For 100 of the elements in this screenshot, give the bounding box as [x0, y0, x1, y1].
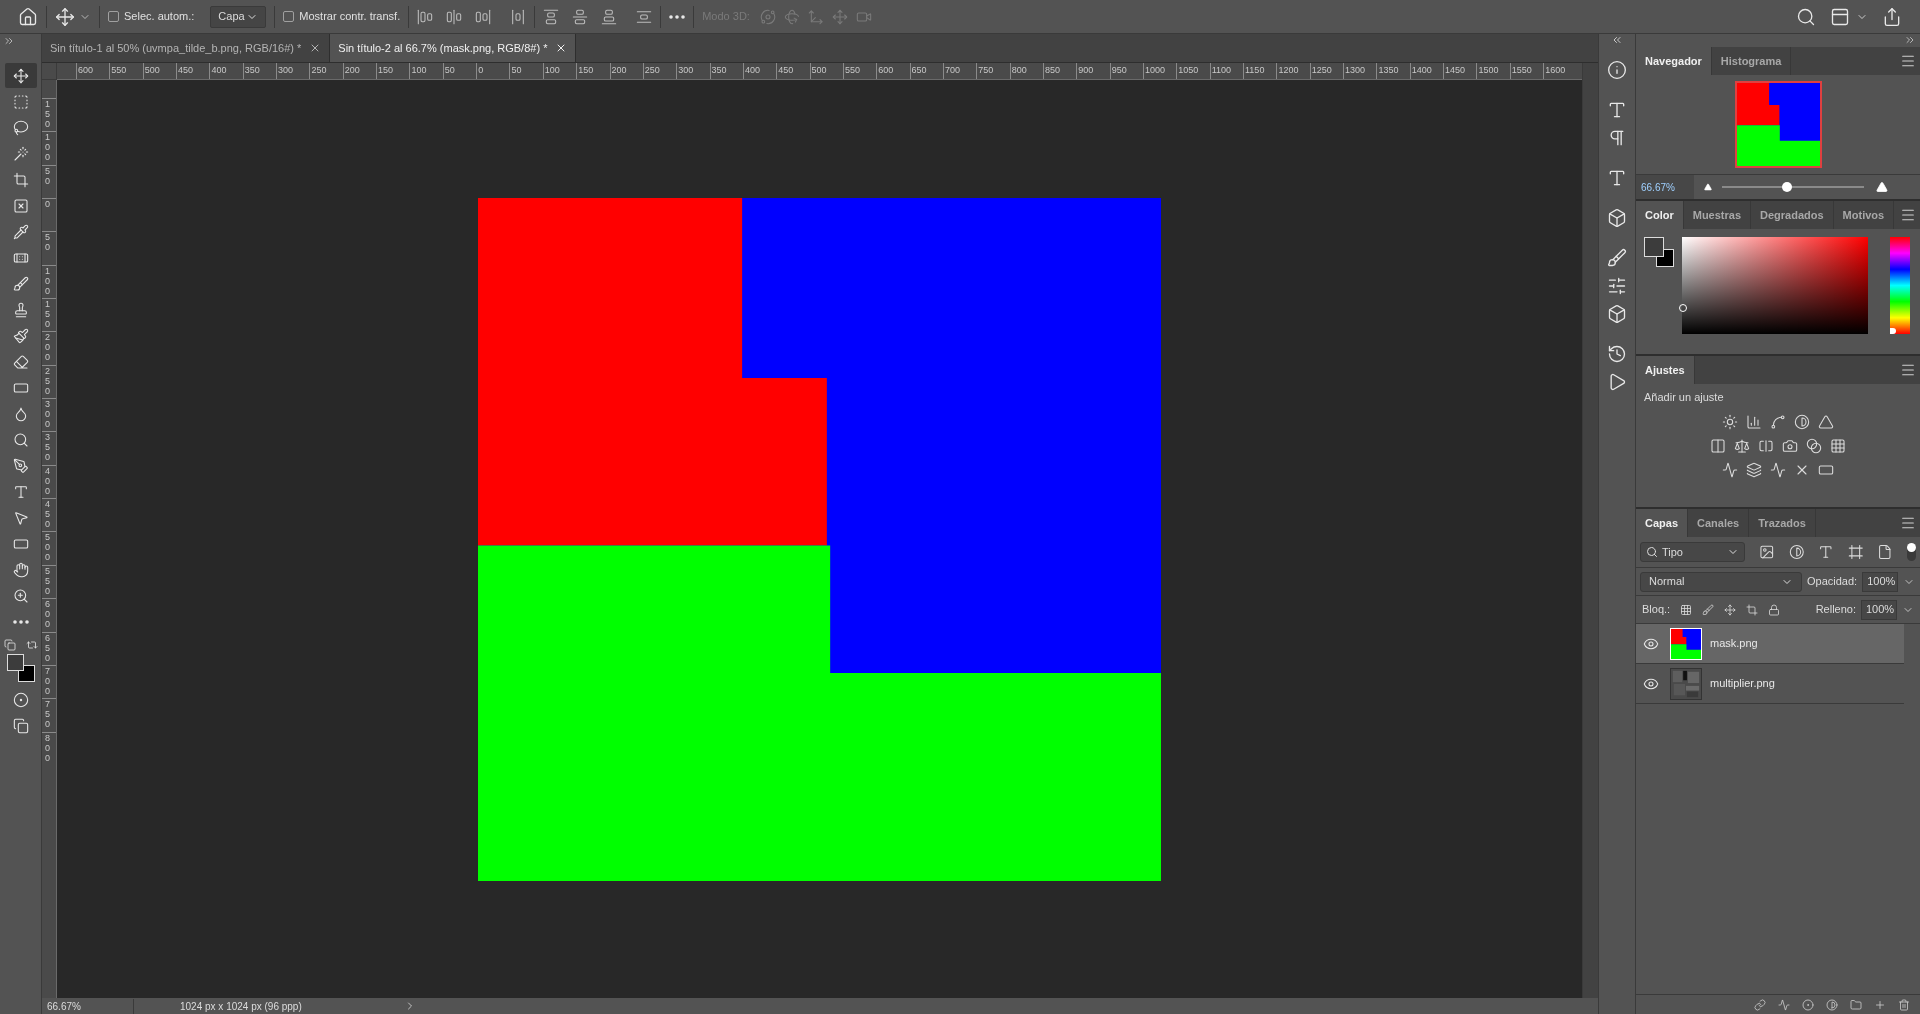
sun-icon[interactable]: [1722, 413, 1738, 430]
type-icon[interactable]: [1818, 544, 1834, 560]
history-icon[interactable]: [1607, 344, 1627, 364]
more-icon[interactable]: [12, 619, 29, 624]
ruler-label: 750: [44, 699, 51, 730]
panel-menu-icon[interactable]: [1900, 515, 1916, 531]
checker-icon[interactable]: [1680, 603, 1693, 616]
align-left-icon[interactable]: [417, 8, 434, 25]
ruler-label: 50: [44, 232, 51, 253]
new-layer-icon[interactable]: [1874, 998, 1886, 1011]
zoom-in-icon[interactable]: [1876, 181, 1888, 193]
align-center-icon[interactable]: [446, 8, 463, 25]
panel-tab[interactable]: Color: [1636, 201, 1684, 229]
ruler-label: 0: [44, 199, 51, 210]
zoom-out-icon[interactable]: [1704, 183, 1712, 191]
more-icon[interactable]: [669, 14, 686, 19]
sliders-icon[interactable]: [1607, 276, 1627, 296]
distribute-icon[interactable]: [636, 8, 653, 25]
brush-icon: [12, 275, 29, 292]
magic-wand-icon: [12, 145, 29, 162]
workspace-icon[interactable]: [1830, 6, 1850, 27]
swap-icon[interactable]: [25, 639, 38, 651]
lock-icon[interactable]: [1768, 603, 1781, 616]
checkbox[interactable]: [283, 11, 295, 22]
color-field[interactable]: [1682, 237, 1868, 334]
color-swatches[interactable]: [1644, 237, 1674, 267]
folder-icon[interactable]: [1850, 998, 1862, 1011]
opacity-field[interactable]: 100%: [1862, 571, 1899, 592]
ruler-label: 0: [477, 64, 484, 77]
ruler-label: 500: [810, 64, 827, 77]
filter-toggle[interactable]: [1907, 543, 1916, 561]
layer-name: multiplier.png: [1710, 676, 1775, 692]
panel-tab[interactable]: Capas: [1636, 509, 1689, 537]
fill-field[interactable]: 100%: [1861, 599, 1897, 620]
target-dropdown[interactable]: Capa: [210, 5, 267, 28]
mask-icon[interactable]: [1802, 998, 1814, 1011]
exposure-icon[interactable]: [1794, 413, 1810, 430]
adjustment-icon[interactable]: [1826, 998, 1838, 1011]
info-icon[interactable]: [1607, 60, 1627, 80]
tool-button[interactable]: [4, 63, 37, 88]
panel-tab[interactable]: Navegador: [1636, 47, 1712, 75]
triangle-icon[interactable]: [1818, 413, 1834, 430]
panel-menu-icon[interactable]: [1900, 53, 1916, 69]
panel-menu-icon[interactable]: [1900, 207, 1916, 223]
layer-thumbnail: [1670, 667, 1702, 700]
align-right-icon[interactable]: [475, 8, 492, 25]
search-icon[interactable]: [1796, 6, 1816, 27]
zoom-icon: [12, 587, 29, 604]
levels-icon[interactable]: [1746, 413, 1762, 430]
hand-icon: [12, 561, 29, 578]
ruler-label: 500: [143, 64, 160, 77]
camera-icon[interactable]: [1782, 437, 1798, 454]
link-icon[interactable]: [1754, 998, 1766, 1011]
ruler-label: 1050: [1177, 64, 1199, 77]
ruler-label: 500: [44, 532, 51, 563]
channel-mixer-icon[interactable]: [1806, 437, 1822, 454]
ruler-label: 1400: [1410, 64, 1432, 77]
filter-dropdown[interactable]: Tipo: [1640, 542, 1746, 562]
slider-thumb[interactable]: [1782, 182, 1793, 192]
collapse-icon[interactable]: [1611, 34, 1623, 46]
layer-row[interactable]: mask.png: [1636, 624, 1904, 664]
ruler-label: 600: [77, 64, 94, 77]
cube-icon[interactable]: [1607, 208, 1627, 228]
ruler-label: 850: [1043, 64, 1060, 77]
brush-settings-icon[interactable]: [1607, 248, 1627, 268]
move-icon[interactable]: [55, 6, 75, 27]
align-top-icon[interactable]: [543, 8, 560, 25]
distribute-icon[interactable]: [510, 8, 527, 25]
hue-slider[interactable]: [1890, 237, 1910, 334]
share-icon[interactable]: [1882, 6, 1902, 27]
ruler-label: 200: [44, 332, 51, 363]
align-bottom-icon[interactable]: [601, 8, 618, 25]
expand-icon[interactable]: [1904, 34, 1916, 46]
document-tab[interactable]: Sin título-2 al 66.7% (mask.png, RGB/8#) *: [330, 34, 577, 62]
blend-mode-dropdown[interactable]: Normal: [1640, 571, 1802, 592]
expand-icon[interactable]: [3, 35, 15, 47]
lasso-icon: [12, 119, 29, 136]
trash-icon[interactable]: [1898, 998, 1910, 1011]
ruler-label: 450: [44, 499, 51, 530]
character-icon[interactable]: [1607, 100, 1627, 120]
half-square-icon[interactable]: [1758, 437, 1774, 454]
brush-icon[interactable]: [1702, 603, 1715, 616]
panel-menu-icon[interactable]: [1900, 362, 1916, 378]
align-middle-icon[interactable]: [572, 8, 589, 25]
ruler-label: 800: [1010, 64, 1027, 77]
ruler-label: 1550: [1510, 64, 1532, 77]
grid-icon[interactable]: [1830, 437, 1846, 454]
checkbox[interactable]: [108, 11, 119, 22]
navigator-thumbnail[interactable]: [1734, 81, 1822, 168]
image-icon[interactable]: [1759, 544, 1775, 560]
zoom-field[interactable]: 66.67%: [1636, 175, 1694, 199]
hue-marker[interactable]: [1890, 328, 1896, 334]
home-icon[interactable]: [18, 6, 38, 27]
move-icon[interactable]: [1724, 603, 1737, 616]
panel-tab[interactable]: Ajustes: [1636, 356, 1695, 384]
contrast-icon[interactable]: [1788, 544, 1805, 560]
color-swatches[interactable]: [6, 654, 35, 682]
balance-icon[interactable]: [1734, 437, 1750, 454]
curves-icon[interactable]: [1770, 413, 1786, 430]
layer-name: mask.png: [1710, 636, 1758, 652]
